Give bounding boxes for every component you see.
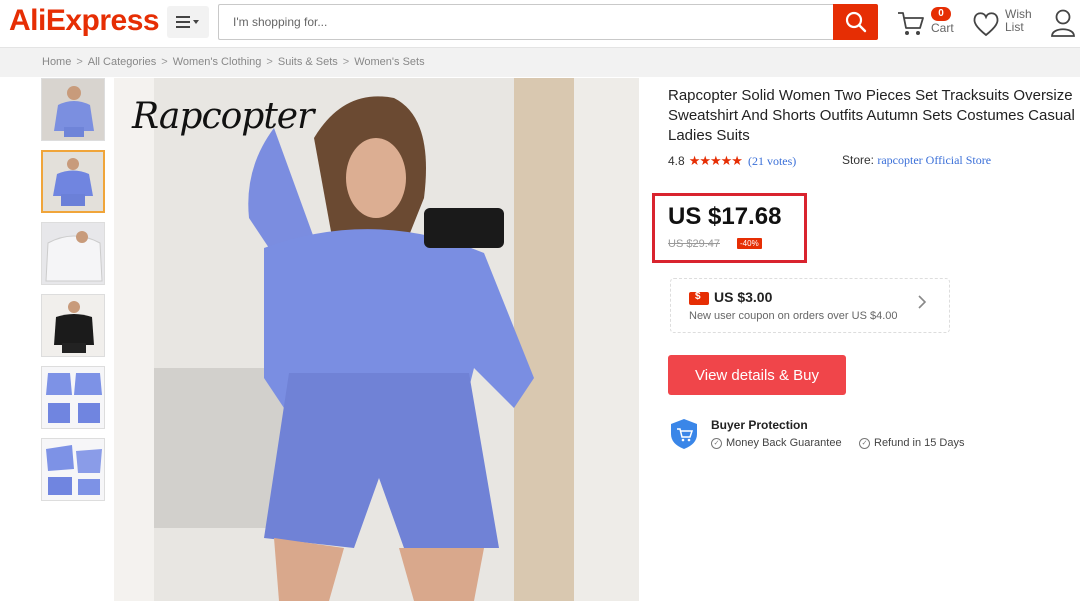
view-details-buy-button[interactable]: View details & Buy	[668, 355, 846, 395]
chevron-right-icon	[918, 295, 927, 309]
protection-item-refund: ✓ Refund in 15 Days	[859, 437, 965, 449]
coupon-description: New user coupon on orders over US $4.00	[689, 310, 898, 322]
wish-list-button[interactable]: Wish List	[972, 7, 1038, 41]
rating-stars: ★★★★★	[688, 153, 743, 168]
rating-value: 4.8	[668, 154, 685, 168]
brand-watermark: Rapcopter	[132, 96, 314, 137]
account-button[interactable]	[1050, 8, 1076, 38]
cart-count-badge: 0	[931, 7, 951, 21]
search-input[interactable]	[218, 4, 834, 40]
product-thumbnail-image	[42, 223, 104, 284]
breadcrumb-womens-sets[interactable]: Women's Sets	[354, 56, 424, 68]
votes-link[interactable]: (21 votes)	[748, 154, 796, 169]
user-icon	[1051, 9, 1075, 37]
protection-item-label: Money Back Guarantee	[726, 437, 842, 449]
header: AliExpress 0 Cart Wish List	[0, 0, 1080, 46]
breadcrumb: Home > All Categories > Women's Clothing…	[42, 56, 425, 68]
breadcrumb-womens-clothing[interactable]: Women's Clothing	[173, 56, 262, 68]
breadcrumb-separator: >	[266, 56, 273, 68]
check-circle-icon: ✓	[711, 437, 722, 449]
hamburger-icon	[176, 16, 199, 28]
cart-label: Cart	[931, 21, 954, 35]
breadcrumb-separator: >	[342, 56, 350, 68]
coupon-icon	[689, 291, 709, 305]
heart-icon	[973, 12, 999, 37]
protection-item-money-back: ✓ Money Back Guarantee	[711, 437, 842, 449]
thumbnail-1[interactable]	[41, 78, 105, 141]
rating-row: 4.8 ★★★★★ (21 votes)	[668, 153, 796, 169]
store-info: Store: rapcopter Official Store	[842, 153, 991, 168]
original-price: US $29.47	[668, 238, 720, 250]
store-label: Store:	[842, 153, 875, 167]
wish-list-label: Wish List	[1005, 7, 1032, 34]
product-thumbnail-image	[43, 152, 103, 211]
search-icon	[845, 11, 866, 33]
breadcrumb-suits-sets[interactable]: Suits & Sets	[278, 56, 338, 68]
store-link[interactable]: rapcopter Official Store	[877, 153, 991, 167]
product-thumbnail-image	[42, 79, 104, 140]
new-user-coupon[interactable]: US $3.00 New user coupon on orders over …	[670, 278, 950, 333]
cart-icon	[898, 12, 924, 35]
breadcrumb-bar: Home > All Categories > Women's Clothing…	[0, 47, 1080, 77]
thumbnail-5[interactable]	[41, 366, 105, 429]
product-title: Rapcopter Solid Women Two Pieces Set Tra…	[668, 87, 1075, 144]
breadcrumb-all-categories[interactable]: All Categories	[88, 56, 156, 68]
thumbnail-2[interactable]	[41, 150, 105, 213]
thumbnail-4[interactable]	[41, 294, 105, 357]
breadcrumb-home[interactable]: Home	[42, 56, 71, 68]
thumbnail-3[interactable]	[41, 222, 105, 285]
breadcrumb-separator: >	[76, 56, 83, 68]
protection-item-label: Refund in 15 Days	[874, 437, 965, 449]
product-thumbnail-image	[42, 295, 104, 356]
product-thumbnail-image	[42, 367, 104, 428]
product-thumbnail-image	[42, 439, 104, 500]
buyer-protection-title: Buyer Protection	[711, 418, 808, 432]
main-product-image[interactable]: Rapcopter	[114, 78, 639, 601]
aliexpress-logo[interactable]: AliExpress	[9, 4, 160, 38]
thumbnail-6[interactable]	[41, 438, 105, 501]
check-circle-icon: ✓	[859, 437, 870, 449]
category-menu-button[interactable]	[167, 6, 209, 38]
product-photo	[114, 78, 639, 601]
coupon-amount: US $3.00	[714, 289, 773, 305]
cart-button[interactable]: 0 Cart	[896, 7, 958, 41]
shield-cart-icon	[671, 419, 697, 449]
search-button[interactable]	[833, 4, 878, 40]
price-box: US $17.68 US $29.47 -40%	[652, 193, 807, 263]
current-price: US $17.68	[668, 203, 782, 230]
discount-badge: -40%	[737, 238, 762, 249]
breadcrumb-separator: >	[161, 56, 168, 68]
